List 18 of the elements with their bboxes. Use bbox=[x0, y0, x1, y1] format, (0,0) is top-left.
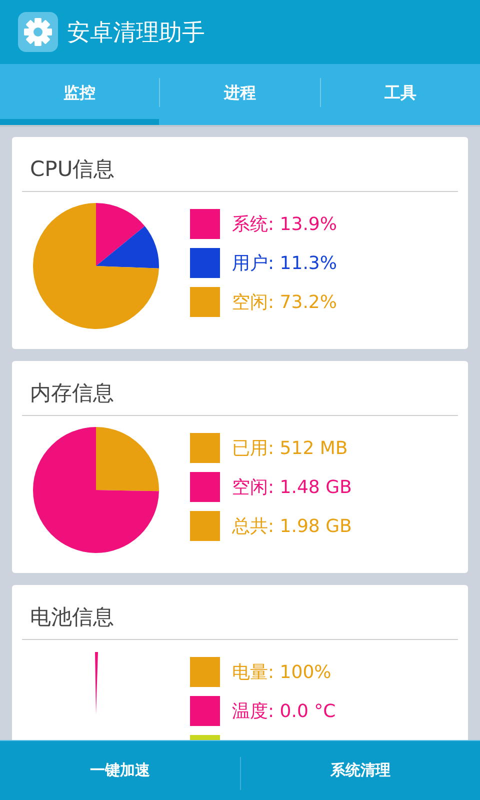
tab[interactable]: 进程 bbox=[160, 64, 320, 125]
tab[interactable]: 监控 bbox=[0, 64, 160, 125]
card-title: 内存信息 bbox=[22, 361, 458, 416]
legend-label: 温度: 0.0 °C bbox=[232, 700, 336, 723]
legend-label: 已用: 512 MB bbox=[232, 437, 348, 460]
legend-label: 总共: 1.98 GB bbox=[232, 515, 352, 538]
action-button[interactable]: 系统清理 bbox=[240, 741, 480, 800]
card-title: CPU信息 bbox=[22, 137, 458, 192]
app-title: 安卓清理助手 bbox=[67, 18, 205, 48]
tab[interactable]: 工具 bbox=[320, 64, 480, 125]
legend-label: 用户: 11.3% bbox=[232, 252, 337, 275]
action-button[interactable]: 一键加速 bbox=[0, 741, 240, 800]
legend-label: 电量: 100% bbox=[232, 661, 332, 684]
card-title: 电池信息 bbox=[22, 585, 458, 640]
gear-icon bbox=[17, 11, 59, 53]
legend-label: 空闲: 73.2% bbox=[232, 291, 337, 314]
legend-label: 空闲: 1.48 GB bbox=[232, 476, 352, 499]
legend-label: 系统: 13.9% bbox=[232, 213, 337, 236]
